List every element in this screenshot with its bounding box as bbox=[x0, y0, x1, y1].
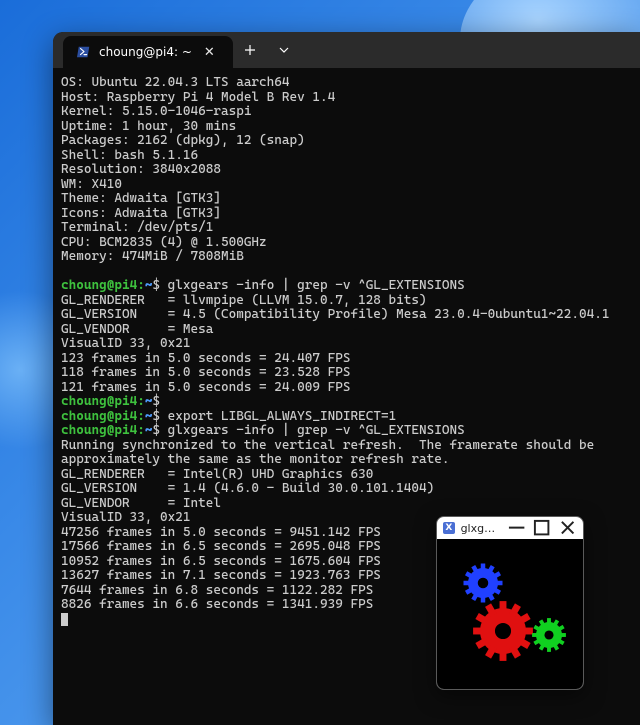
output-line: GL_RENDERER = llvmpipe (LLVM 15.0.7, 128… bbox=[61, 293, 427, 308]
prompt: choung@pi4:~$ bbox=[61, 278, 160, 293]
tab-active[interactable]: choung@pi4: ~ ✕ bbox=[63, 36, 233, 68]
tab-dropdown-button[interactable] bbox=[267, 32, 301, 68]
tab-close-button[interactable]: ✕ bbox=[200, 43, 219, 62]
glxgears-titlebar[interactable]: X glxg… bbox=[437, 517, 583, 539]
sysinfo-line: Memory: 474MiB / 7808MiB bbox=[61, 249, 244, 264]
sysinfo-line: Resolution: 3840x2088 bbox=[61, 162, 221, 177]
sysinfo-line: Packages: 2162 (dpkg), 12 (snap) bbox=[61, 133, 305, 148]
sysinfo-line: Uptime: 1 hour, 30 mins bbox=[61, 119, 236, 134]
sysinfo-line: Icons: Adwaita [GTK3] bbox=[61, 206, 221, 221]
prompt: choung@pi4:~$ bbox=[61, 409, 160, 424]
new-tab-button[interactable] bbox=[233, 32, 267, 68]
output-line: 123 frames in 5.0 seconds = 24.407 FPS bbox=[61, 351, 350, 366]
command: glxgears -info | grep -v ^GL_EXTENSIONS bbox=[160, 423, 465, 438]
prompt: choung@pi4:~$ bbox=[61, 394, 160, 409]
output-line: GL_RENDERER = Intel(R) UHD Graphics 630 bbox=[61, 467, 373, 482]
output-line: VisualID 33, 0x21 bbox=[61, 510, 191, 525]
output-line: VisualID 33, 0x21 bbox=[61, 336, 191, 351]
sysinfo-line: Terminal: /dev/pts/1 bbox=[61, 220, 213, 235]
sysinfo-line: Theme: Adwaita [GTK3] bbox=[61, 191, 221, 206]
x11-icon: X bbox=[443, 522, 455, 534]
maximize-button[interactable] bbox=[532, 520, 551, 536]
output-line: 17566 frames in 6.5 seconds = 2695.048 F… bbox=[61, 539, 381, 554]
output-line: Running synchronized to the vertical ref… bbox=[61, 438, 594, 453]
sysinfo-line: WM: X410 bbox=[61, 177, 122, 192]
output-line: 13627 frames in 7.1 seconds = 1923.763 F… bbox=[61, 568, 381, 583]
close-button[interactable] bbox=[558, 520, 577, 536]
sysinfo-line: Host: Raspberry Pi 4 Model B Rev 1.4 bbox=[61, 90, 335, 105]
glxgears-canvas bbox=[437, 539, 583, 689]
cursor bbox=[61, 613, 68, 626]
sysinfo-line: Kernel: 5.15.0-1046-raspi bbox=[61, 104, 251, 119]
prompt: choung@pi4:~$ bbox=[61, 423, 160, 438]
tab-label: choung@pi4: ~ bbox=[99, 45, 192, 59]
sysinfo-line: Shell: bash 5.1.16 bbox=[61, 148, 198, 163]
output-line: GL_VENDOR = Mesa bbox=[61, 322, 213, 337]
output-line: GL_VENDOR = Intel bbox=[61, 496, 221, 511]
output-line: 47256 frames in 5.0 seconds = 9451.142 F… bbox=[61, 525, 381, 540]
powershell-icon bbox=[77, 45, 91, 59]
output-line: GL_VERSION = 1.4 (4.6.0 - Build 30.0.101… bbox=[61, 481, 434, 496]
sysinfo-line: OS: Ubuntu 22.04.3 LTS aarch64 bbox=[61, 75, 290, 90]
command: glxgears -info | grep -v ^GL_EXTENSIONS bbox=[160, 278, 465, 293]
glxgears-window[interactable]: X glxg… bbox=[436, 516, 584, 690]
command: export LIBGL_ALWAYS_INDIRECT=1 bbox=[160, 409, 396, 424]
output-line: GL_VERSION = 4.5 (Compatibility Profile)… bbox=[61, 307, 609, 322]
output-line: 8826 frames in 6.6 seconds = 1341.939 FP… bbox=[61, 597, 373, 612]
output-line: 7644 frames in 6.8 seconds = 1122.282 FP… bbox=[61, 583, 373, 598]
output-line: 10952 frames in 6.5 seconds = 1675.604 F… bbox=[61, 554, 381, 569]
output-line: 118 frames in 5.0 seconds = 23.528 FPS bbox=[61, 365, 350, 380]
glxgears-title: glxg… bbox=[461, 522, 496, 535]
minimize-button[interactable] bbox=[507, 520, 526, 536]
sysinfo-line: CPU: BCM2835 (4) @ 1.500GHz bbox=[61, 235, 267, 250]
titlebar[interactable]: choung@pi4: ~ ✕ bbox=[53, 32, 640, 68]
output-line: 121 frames in 5.0 seconds = 24.009 FPS bbox=[61, 380, 350, 395]
output-line: approximately the same as the monitor re… bbox=[61, 452, 449, 467]
